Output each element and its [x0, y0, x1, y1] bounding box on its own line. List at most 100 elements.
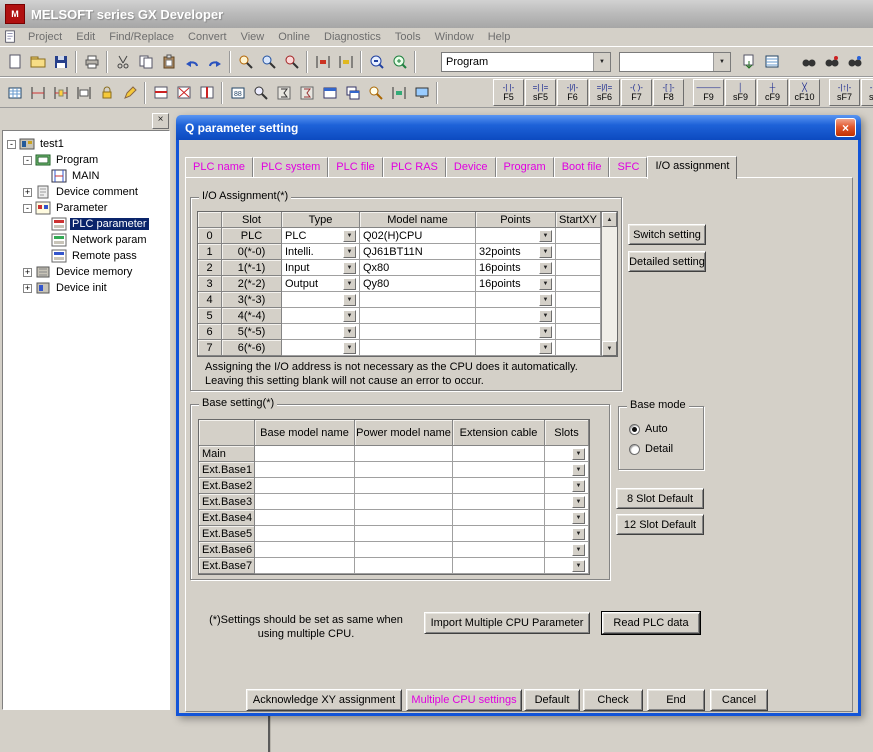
tree-item-device-memory[interactable]: + Device memory: [3, 264, 169, 280]
tree-item-device-init[interactable]: + Device init: [3, 280, 169, 296]
menu-convert[interactable]: Convert: [181, 31, 234, 43]
ladder-mode-icon[interactable]: [311, 50, 334, 73]
save-project-icon[interactable]: [49, 50, 72, 73]
tile-windows-icon[interactable]: [318, 81, 341, 104]
tree-item-remote-pass[interactable]: Remote pass: [3, 248, 169, 264]
tab-device[interactable]: Device: [446, 157, 496, 177]
find-instruction-icon[interactable]: [257, 50, 280, 73]
tab-boot-file[interactable]: Boot file: [554, 157, 610, 177]
new-project-icon[interactable]: [3, 50, 26, 73]
fkey-open-contact[interactable]: -| |-F5: [493, 79, 524, 106]
expander-icon[interactable]: -: [23, 204, 32, 213]
parameter-grid-icon[interactable]: [3, 81, 26, 104]
chevron-down-icon[interactable]: ▼: [593, 53, 610, 71]
fkey-parallel-closed-contact[interactable]: =|/|=sF6: [589, 79, 620, 106]
fkey-application-instruction[interactable]: -[ ]-F8: [653, 79, 684, 106]
tree-item-main[interactable]: MAIN: [3, 168, 169, 184]
project-data-list-icon[interactable]: [760, 50, 783, 73]
expander-icon[interactable]: +: [23, 284, 32, 293]
fkey-coil[interactable]: -( )-F7: [621, 79, 652, 106]
step-run-icon[interactable]: [272, 81, 295, 104]
find-contact-coil-icon[interactable]: [797, 50, 820, 73]
find-replace-icon[interactable]: [280, 50, 303, 73]
tree-item-program[interactable]: - Program: [3, 152, 169, 168]
paste-icon[interactable]: [157, 50, 180, 73]
fkey-falling-pulse[interactable]: -|↓|-sF8: [861, 79, 873, 106]
program-name-select[interactable]: ▼: [619, 52, 731, 72]
ladder-write-icon[interactable]: [49, 81, 72, 104]
expander-icon[interactable]: -: [23, 156, 32, 165]
chevron-down-icon[interactable]: ▼: [713, 53, 730, 71]
menu-tools[interactable]: Tools: [388, 31, 428, 43]
menu-diagnostics[interactable]: Diagnostics: [317, 31, 388, 43]
fkey-delete-vertical-line[interactable]: ╳cF10: [789, 79, 820, 106]
tree-item-test1[interactable]: - test1: [3, 136, 169, 152]
device-display-icon[interactable]: 88: [226, 81, 249, 104]
tree-item-network-param[interactable]: Network param: [3, 232, 169, 248]
sfc-mode-icon[interactable]: [334, 50, 357, 73]
menu-help[interactable]: Help: [481, 31, 518, 43]
delete-row-icon[interactable]: [172, 81, 195, 104]
expander-icon[interactable]: -: [7, 140, 16, 149]
dialog-titlebar[interactable]: Q parameter setting ×: [176, 115, 861, 140]
expander-icon[interactable]: +: [23, 188, 32, 197]
edit-mode-icon[interactable]: [118, 81, 141, 104]
fkey-delete-horizontal-line[interactable]: ┼cF9: [757, 79, 788, 106]
menu-edit[interactable]: Edit: [69, 31, 102, 43]
menu-window[interactable]: Window: [428, 31, 481, 43]
print-icon[interactable]: [80, 50, 103, 73]
tree-item-plc-parameter[interactable]: PLC parameter: [3, 216, 169, 232]
zoom-icon[interactable]: [249, 81, 272, 104]
fkey-closed-contact[interactable]: -|/|-F6: [557, 79, 588, 106]
cascade-windows-icon[interactable]: [341, 81, 364, 104]
ladder-monitor-icon[interactable]: [387, 81, 410, 104]
download-icon[interactable]: [737, 50, 760, 73]
fkey-horizontal-line[interactable]: ———F9: [693, 79, 724, 106]
q-parameter-dialog: Q parameter setting × PLC name PLC syste…: [176, 115, 861, 716]
tab-plc-ras[interactable]: PLC RAS: [383, 157, 446, 177]
tab-sfc[interactable]: SFC: [609, 157, 647, 177]
ladder-comment-icon[interactable]: [72, 81, 95, 104]
child-window-icon: [3, 30, 17, 44]
monitor-mode-icon[interactable]: [388, 50, 411, 73]
find-step-icon[interactable]: [820, 50, 843, 73]
insert-row-icon[interactable]: [149, 81, 172, 104]
copy-icon[interactable]: [134, 50, 157, 73]
device-test-icon[interactable]: [365, 50, 388, 73]
undo-icon[interactable]: [180, 50, 203, 73]
close-icon[interactable]: ×: [835, 118, 856, 137]
menu-view[interactable]: View: [234, 31, 272, 43]
tab-plc-name[interactable]: PLC name: [185, 157, 253, 177]
tab-plc-file[interactable]: PLC file: [328, 157, 383, 177]
menu-bar: Project Edit Find/Replace Convert View O…: [0, 28, 873, 46]
ladder-read-icon[interactable]: [26, 81, 49, 104]
find-device-icon[interactable]: [234, 50, 257, 73]
insert-column-icon[interactable]: [195, 81, 218, 104]
zoom-monitor-icon[interactable]: [364, 81, 387, 104]
ladder-program-icon: [51, 169, 67, 183]
fkey-rising-pulse[interactable]: -|↑|-sF7: [829, 79, 860, 106]
project-panel-titlebar[interactable]: ×: [2, 112, 170, 129]
cross-reference-icon[interactable]: [843, 50, 866, 73]
expander-icon[interactable]: +: [23, 268, 32, 277]
redo-icon[interactable]: [203, 50, 226, 73]
tree-item-parameter[interactable]: - Parameter: [3, 200, 169, 216]
tab-plc-system[interactable]: PLC system: [253, 157, 328, 177]
menu-project[interactable]: Project: [21, 31, 69, 43]
fkey-vertical-line[interactable]: │sF9: [725, 79, 756, 106]
tab-program[interactable]: Program: [496, 157, 554, 177]
device-init-icon: [35, 281, 51, 295]
window-titlebar[interactable]: M MELSOFT series GX Developer: [0, 0, 873, 28]
menu-find-replace[interactable]: Find/Replace: [102, 31, 181, 43]
open-project-icon[interactable]: [26, 50, 49, 73]
cut-icon[interactable]: [111, 50, 134, 73]
program-type-select[interactable]: Program ▼: [441, 52, 611, 72]
device-monitor-icon[interactable]: [410, 81, 433, 104]
tree-item-device-comment[interactable]: + Device comment: [3, 184, 169, 200]
tab-io-assignment[interactable]: I/O assignment: [647, 156, 737, 179]
fkey-parallel-open-contact[interactable]: =| |=sF5: [525, 79, 556, 106]
lock-icon[interactable]: [95, 81, 118, 104]
menu-online[interactable]: Online: [271, 31, 317, 43]
step-stop-icon[interactable]: [295, 81, 318, 104]
close-project-panel-icon[interactable]: ×: [152, 113, 169, 129]
